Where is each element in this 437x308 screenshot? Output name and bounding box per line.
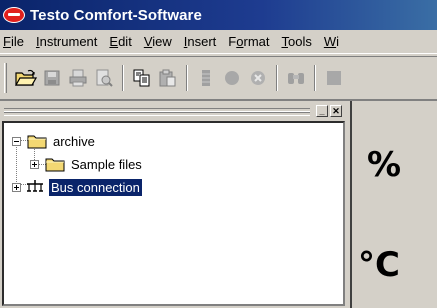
more-icon[interactable]	[322, 66, 346, 90]
expand-toggle[interactable]	[30, 159, 39, 169]
tree-item-label: archive	[53, 133, 95, 149]
window-title: Testo Comfort-Software	[30, 6, 202, 24]
print-preview-icon[interactable]	[92, 66, 116, 90]
menu-view[interactable]: View	[138, 34, 178, 49]
pane-grip[interactable]	[4, 112, 310, 116]
tree-item[interactable]: archive	[12, 131, 97, 151]
menu-file[interactable]: File	[0, 34, 30, 49]
tree-item-label: Bus connection	[48, 177, 143, 197]
open-folder-icon[interactable]	[14, 66, 38, 90]
menu-bar: File Instrument Edit View Insert Format …	[0, 30, 437, 54]
close-pane-button[interactable]: ✕	[330, 105, 342, 117]
paste-icon[interactable]	[156, 66, 180, 90]
toolbar-separator	[314, 65, 316, 91]
menu-window[interactable]: Wi	[318, 34, 345, 49]
column-icon[interactable]	[194, 66, 218, 90]
toolbar-separator	[122, 65, 124, 91]
toolbar	[0, 56, 437, 100]
workspace: _ ✕ archive Sample files Bus connection …	[0, 100, 437, 308]
menu-format[interactable]: Format	[222, 34, 275, 49]
pane-header: _ ✕	[4, 105, 344, 119]
expand-toggle[interactable]	[12, 182, 21, 192]
toolbar-grip[interactable]	[4, 63, 7, 93]
toolbar-separator	[276, 65, 278, 91]
bus-connection-icon	[27, 180, 43, 192]
minimize-pane-button[interactable]: _	[316, 105, 328, 117]
stop-icon[interactable]	[246, 66, 270, 90]
display-panel: % °C	[352, 101, 437, 308]
tree-view[interactable]: archive Sample files Bus connection	[2, 121, 345, 306]
folder-icon	[45, 158, 65, 172]
collapse-toggle[interactable]	[12, 136, 21, 146]
tree-item[interactable]: Bus connection	[12, 177, 143, 197]
folder-icon	[27, 135, 47, 149]
tree-item-label: Sample files	[71, 156, 142, 172]
record-icon[interactable]	[220, 66, 244, 90]
menu-tools[interactable]: Tools	[275, 34, 317, 49]
print-icon[interactable]	[66, 66, 90, 90]
tree-item[interactable]: Sample files	[30, 154, 144, 174]
menu-insert[interactable]: Insert	[178, 34, 223, 49]
save-icon[interactable]	[40, 66, 64, 90]
percent-unit-label: %	[367, 145, 402, 185]
menu-instrument[interactable]: Instrument	[30, 34, 103, 49]
celsius-unit-label: °C	[358, 245, 400, 285]
binoculars-icon[interactable]	[284, 66, 308, 90]
menu-edit[interactable]: Edit	[103, 34, 137, 49]
explorer-pane: _ ✕ archive Sample files Bus connection	[0, 101, 352, 308]
title-bar: Testo Comfort-Software	[0, 0, 437, 30]
copy-icon[interactable]	[130, 66, 154, 90]
toolbar-separator	[186, 65, 188, 91]
testo-logo-icon[interactable]	[3, 7, 25, 23]
